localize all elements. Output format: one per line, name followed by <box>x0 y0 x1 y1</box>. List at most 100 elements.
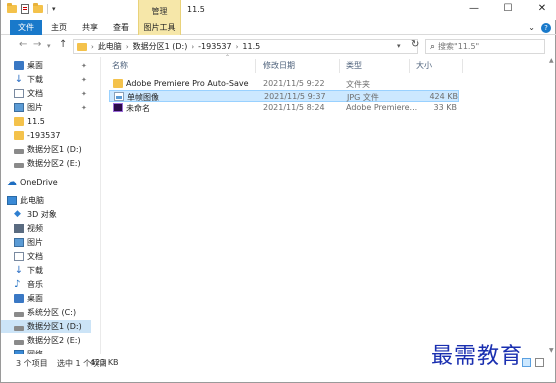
pane-divider[interactable] <box>100 57 101 354</box>
file-row[interactable]: 单帧图像 2021/11/5 9:37 JPG 文件 424 KB <box>109 90 459 102</box>
sidebar-item[interactable]: › ☁ OneDrive <box>1 176 91 189</box>
pin-icon[interactable]: ✦ <box>81 90 87 98</box>
pc-icon <box>7 196 17 205</box>
sidebar-item[interactable]: -193537 <box>1 129 91 142</box>
sidebar-item[interactable]: 系统分区 (C:) <box>1 306 91 319</box>
search-input[interactable] <box>438 42 539 51</box>
help-icon[interactable]: ? <box>541 22 551 33</box>
sidebar-item[interactable]: 数据分区1 (D:) <box>1 143 91 156</box>
window-title: 11.5 <box>187 5 205 14</box>
forward-arrow-icon[interactable]: → <box>33 39 41 50</box>
sidebar-item[interactable]: ♪ 音乐 <box>1 278 91 291</box>
sidebar-item[interactable]: 文档 <box>1 250 91 263</box>
desktop-icon <box>14 294 24 303</box>
document-icon <box>14 252 24 261</box>
details-view-icon[interactable] <box>522 358 531 367</box>
sidebar-item[interactable]: 文档 ✦ <box>1 87 91 100</box>
breadcrumb-drive-d[interactable]: 数据分区1 (D:) <box>133 41 188 52</box>
column-header-date[interactable]: 修改日期 <box>263 60 295 71</box>
column-header-size[interactable]: 大小 <box>416 60 432 71</box>
file-date: 2021/11/5 8:24 <box>263 103 325 112</box>
back-arrow-icon[interactable]: ← <box>19 39 27 50</box>
sidebar-item[interactable]: 数据分区1 (D:) <box>1 320 91 333</box>
view-switcher <box>522 358 544 367</box>
breadcrumb-this-pc[interactable]: 此电脑 <box>98 41 122 52</box>
download-icon: ↓ <box>14 74 24 85</box>
column-header-type[interactable]: 类型 <box>346 60 362 71</box>
column-header-name[interactable]: 名称 <box>112 60 128 71</box>
column-divider[interactable] <box>255 59 256 73</box>
sidebar-item-label: 音乐 <box>27 280 43 289</box>
up-arrow-icon[interactable]: ↑ <box>59 39 67 50</box>
address-bar[interactable]: › 此电脑 › 数据分区1 (D:) › -193537 › 11.5 <box>73 39 418 54</box>
refresh-icon[interactable]: ↻ <box>411 39 419 50</box>
explorer-window: ▾ 管理 11.5 — ☐ ✕ 文件 主页 共享 查看 图片工具 ⌄ ? ← →… <box>0 0 556 383</box>
tab-file[interactable]: 文件 <box>10 20 42 35</box>
breadcrumb-folder-11-5[interactable]: 11.5 <box>242 42 260 51</box>
folder-icon <box>113 79 123 88</box>
vertical-scrollbar[interactable]: ▲ ▼ <box>548 57 556 354</box>
breadcrumb-folder-193537[interactable]: -193537 <box>198 42 231 51</box>
sidebar-item[interactable]: ↓ 下载 ✦ <box>1 73 91 86</box>
sidebar-item[interactable]: ◆ 3D 对象 <box>1 208 91 221</box>
quick-access-toolbar: ▾ <box>7 3 56 14</box>
sidebar-item[interactable]: 桌面 <box>1 292 91 305</box>
column-divider[interactable] <box>409 59 410 73</box>
recent-locations-icon[interactable]: ▾ <box>47 42 51 50</box>
customize-toolbar-icon[interactable]: ▾ <box>52 5 56 13</box>
breadcrumb-separator-icon[interactable]: › <box>126 43 129 51</box>
sidebar-item[interactable]: 数据分区2 (E:) <box>1 334 91 347</box>
address-dropdown-icon[interactable]: ▾ <box>397 42 401 50</box>
tab-share[interactable]: 共享 <box>76 20 104 35</box>
expand-ribbon-icon[interactable]: ⌄ <box>528 23 535 32</box>
breadcrumb-separator-icon[interactable]: › <box>91 43 94 51</box>
status-item-count: 3 个项目 <box>16 359 48 368</box>
close-button[interactable]: ✕ <box>535 3 549 14</box>
column-divider[interactable] <box>339 59 340 73</box>
drive-icon <box>14 311 24 317</box>
file-row[interactable]: 未命名 2021/11/5 8:24 Adobe Premiere... 33 KB <box>109 102 459 114</box>
sidebar-item-label: 3D 对象 <box>27 210 57 219</box>
file-list: ⌃ 名称 修改日期 类型 大小 Adobe Premiere Pro Auto-… <box>105 54 545 354</box>
maximize-button[interactable]: ☐ <box>501 3 515 14</box>
sidebar-item[interactable]: 数据分区2 (E:) <box>1 157 91 170</box>
tab-picture-tools[interactable]: 图片工具 <box>138 20 181 35</box>
sidebar-item-label: 文档 <box>27 252 43 261</box>
sidebar-item[interactable]: 网络 <box>1 348 91 354</box>
sidebar-item-label: 视频 <box>27 224 43 233</box>
sidebar-item[interactable]: 图片 ✦ <box>1 101 91 114</box>
sort-indicator-icon: ⌃ <box>225 54 231 61</box>
minimize-button[interactable]: — <box>467 3 481 14</box>
tab-home[interactable]: 主页 <box>45 20 73 35</box>
folder-icon[interactable] <box>7 3 17 13</box>
sidebar-item[interactable]: 图片 <box>1 236 91 249</box>
scroll-up-icon[interactable]: ▲ <box>549 57 554 64</box>
file-row[interactable]: Adobe Premiere Pro Auto-Save 2021/11/5 9:… <box>109 78 459 90</box>
search-box[interactable]: ⌕ <box>425 39 545 54</box>
picture-icon <box>14 238 24 247</box>
pin-icon[interactable]: ✦ <box>81 76 87 84</box>
scroll-down-icon[interactable]: ▼ <box>549 347 554 354</box>
sidebar-item[interactable]: ›此电脑 <box>1 194 91 207</box>
sidebar-item-label: 数据分区2 (E:) <box>27 336 81 345</box>
sidebar-item-label: 数据分区1 (D:) <box>27 145 82 154</box>
breadcrumb-separator-icon[interactable]: › <box>236 43 239 51</box>
sidebar-item[interactable]: 11.5 <box>1 115 91 128</box>
sidebar-item-label: -193537 <box>27 131 61 140</box>
sidebar-item[interactable]: 视频 <box>1 222 91 235</box>
sidebar-item[interactable]: ↓ 下载 <box>1 264 91 277</box>
file-type: 文件夹 <box>346 80 370 89</box>
video-icon <box>14 224 24 233</box>
new-folder-icon[interactable] <box>33 3 43 13</box>
pin-icon[interactable]: ✦ <box>81 62 87 70</box>
music-icon: ♪ <box>14 279 21 290</box>
properties-icon[interactable] <box>21 4 29 14</box>
sidebar-item[interactable]: 桌面 ✦ <box>1 59 91 72</box>
breadcrumb-separator-icon[interactable]: › <box>191 43 194 51</box>
tab-view[interactable]: 查看 <box>107 20 135 35</box>
large-icons-view-icon[interactable] <box>535 358 544 367</box>
drive-icon <box>14 339 24 345</box>
file-size: 33 KB <box>433 103 457 112</box>
column-divider[interactable] <box>462 59 463 73</box>
pin-icon[interactable]: ✦ <box>81 104 87 112</box>
